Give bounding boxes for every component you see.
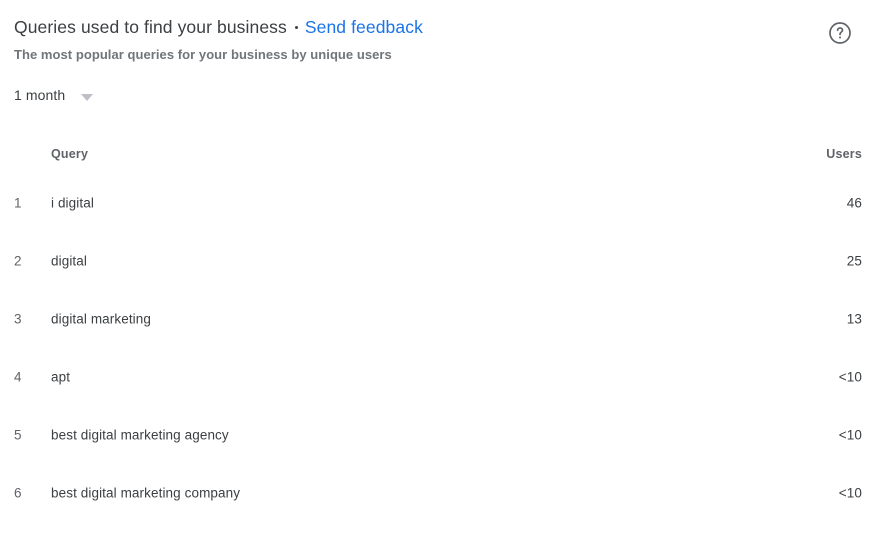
title-row: Queries used to find your business Send … [14, 17, 423, 38]
table-row[interactable]: 6 best digital marketing company <10 [0, 464, 884, 522]
row-rank: 6 [14, 485, 22, 501]
row-rank: 4 [14, 369, 22, 385]
column-header-query: Query [51, 146, 89, 161]
row-query: digital marketing [51, 311, 151, 327]
table-header-row: Query Users [0, 133, 884, 174]
page-subtitle: The most popular queries for your busine… [14, 47, 392, 62]
title-separator-dot [294, 26, 298, 29]
row-rank: 1 [14, 195, 22, 211]
table-row[interactable]: 4 apt <10 [0, 348, 884, 406]
date-range-selector[interactable]: 1 month [14, 84, 94, 106]
row-users: <10 [838, 485, 862, 501]
date-range-value: 1 month [14, 87, 66, 103]
page-title: Queries used to find your business [14, 17, 287, 37]
row-rank: 2 [14, 253, 22, 269]
row-query: best digital marketing company [51, 485, 241, 501]
table-row[interactable]: 3 digital marketing 13 [0, 290, 884, 348]
chevron-down-icon [81, 93, 94, 101]
help-circle-icon[interactable] [827, 20, 853, 46]
column-header-users: Users [826, 146, 862, 161]
table-row[interactable]: 1 i digital 46 [0, 174, 884, 232]
row-query: apt [51, 369, 71, 385]
table-row[interactable]: 2 digital 25 [0, 232, 884, 290]
table-row[interactable]: 5 best digital marketing agency <10 [0, 406, 884, 464]
row-users: 13 [846, 311, 862, 327]
queries-table: Query Users 1 i digital 46 2 digital 25 … [0, 133, 884, 522]
row-users: <10 [838, 369, 862, 385]
row-users: <10 [838, 427, 862, 443]
row-rank: 5 [14, 427, 22, 443]
row-rank: 3 [14, 311, 22, 327]
row-users: 25 [846, 253, 862, 269]
row-users: 46 [846, 195, 862, 211]
row-query: i digital [51, 195, 94, 211]
row-query: digital [51, 253, 87, 269]
row-query: best digital marketing agency [51, 427, 229, 443]
send-feedback-link[interactable]: Send feedback [305, 17, 423, 38]
